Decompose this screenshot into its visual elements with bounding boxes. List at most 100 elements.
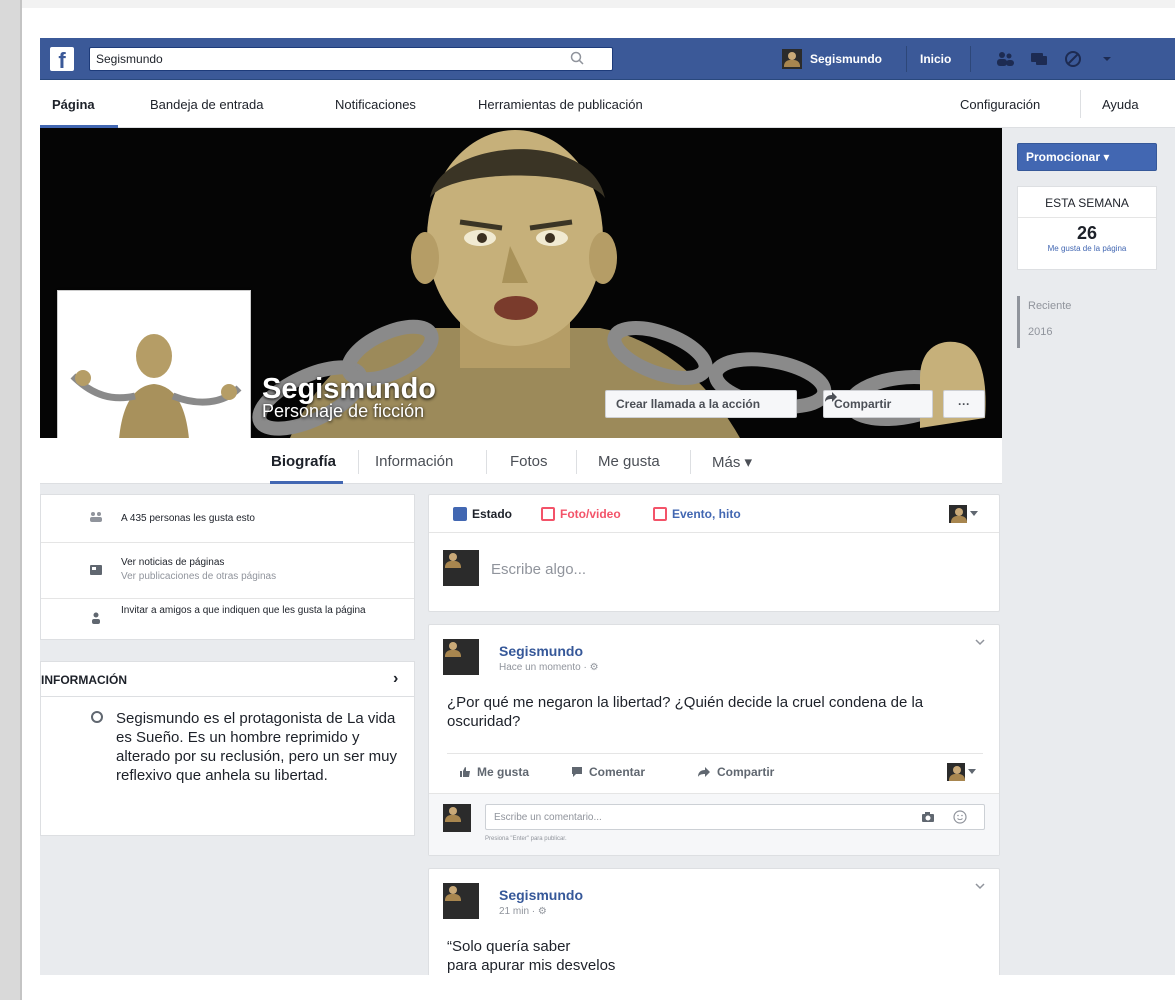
top-bar: f Segismundo Inicio: [40, 38, 1175, 80]
more-options-button[interactable]: ···: [943, 390, 985, 418]
settings-link[interactable]: Configuración: [960, 97, 1040, 112]
post-timestamp[interactable]: Hace un momento · ⚙: [499, 662, 599, 673]
status-icon: [453, 507, 467, 521]
tab-mas[interactable]: Más ▾: [712, 453, 752, 471]
post-author[interactable]: Segismundo: [499, 643, 583, 659]
facebook-logo[interactable]: f: [50, 47, 74, 73]
nav-icons: [995, 49, 1117, 69]
page-feed-title: Ver noticias de páginas: [121, 557, 225, 568]
home-link[interactable]: Inicio: [920, 52, 951, 66]
tab-me-gusta[interactable]: Me gusta: [598, 453, 660, 470]
search-icon[interactable]: [570, 51, 584, 65]
share-arrow-icon: [825, 392, 837, 402]
post-body-line: para apurar mis desvelos: [447, 957, 616, 974]
post-body: ¿Por qué me negaron la libertad? ¿Quién …: [447, 694, 924, 730]
timeline-tabs: Biografía Información Fotos Me gusta Más…: [40, 438, 1002, 484]
chevron-down-icon[interactable]: [975, 881, 985, 891]
page-feed-row[interactable]: Ver noticias de páginas Ver publicaciones…: [41, 543, 414, 599]
help-link[interactable]: Ayuda: [1102, 97, 1139, 112]
invite-friends-row[interactable]: Invitar a amigos a que indiquen que les …: [41, 599, 414, 639]
page-stats-box: A 435 personas les gusta esto Ver notici…: [40, 494, 415, 640]
like-button[interactable]: Me gusta: [459, 765, 529, 779]
account-menu-icon[interactable]: [1097, 49, 1117, 69]
nav-divider: [970, 46, 971, 72]
tab-divider: [576, 450, 577, 474]
tab-fotos[interactable]: Fotos: [510, 453, 548, 470]
composer-tab-label: Estado: [472, 507, 513, 521]
notifications-icon[interactable]: [1063, 49, 1083, 69]
frame-top: [0, 0, 1175, 8]
info-bullet-icon: [91, 711, 103, 723]
post-actions: Me gusta Comentar Compartir: [447, 753, 983, 789]
nav-divider: [906, 46, 907, 72]
messages-icon[interactable]: [1029, 49, 1049, 69]
post-body-line: “Solo quería saber: [447, 938, 571, 955]
tab-divider: [358, 450, 359, 474]
composer-tab-event[interactable]: Evento, hito: [653, 507, 741, 521]
tab-notifications[interactable]: Notificaciones: [335, 97, 416, 112]
like-label: Me gusta: [477, 765, 530, 779]
comment-button[interactable]: Comentar: [571, 765, 645, 779]
comment-icon: [572, 767, 582, 777]
post-timestamp[interactable]: 21 min · ⚙: [499, 906, 547, 917]
share-button-label: Compartir: [834, 397, 892, 411]
tab-inbox[interactable]: Bandeja de entrada: [150, 97, 263, 112]
news-feed-icon: [90, 565, 102, 575]
likes-row[interactable]: A 435 personas les gusta esto: [41, 495, 414, 543]
post-composer: Estado Foto/video Evento, hito Escribe a…: [428, 494, 1000, 612]
year-link-recent[interactable]: Reciente: [1020, 296, 1157, 322]
chevron-right-icon: ›: [393, 670, 399, 687]
page-admin-bar: Página Bandeja de entrada Notificaciones…: [40, 80, 1175, 128]
tab-pagina[interactable]: Página: [52, 97, 95, 112]
thumbs-up-icon: [460, 767, 470, 777]
invite-friends-text: Invitar a amigos a que indiquen que les …: [121, 605, 366, 616]
composer-tab-photo[interactable]: Foto/video: [541, 507, 621, 521]
weekly-likes-label[interactable]: Me gusta de la página: [1018, 244, 1156, 253]
avatar[interactable]: [443, 639, 479, 675]
emoji-icon[interactable]: [953, 810, 967, 824]
composer-tab-status[interactable]: Estado: [453, 507, 512, 521]
composer-input[interactable]: Escribe algo...: [491, 561, 586, 578]
nav-divider: [1080, 90, 1081, 118]
post-as-selector[interactable]: [949, 505, 978, 523]
info-section-body: Segismundo es el protagonista de La vida…: [40, 696, 415, 836]
page-feed-text: Ver noticias de páginas Ver publicaciones…: [121, 557, 276, 582]
friend-requests-icon[interactable]: [995, 49, 1015, 69]
tab-informacion[interactable]: Información: [375, 453, 453, 470]
share-button[interactable]: Compartir: [823, 390, 933, 418]
avatar: [782, 49, 802, 69]
page-description: Segismundo es el protagonista de La vida…: [116, 710, 397, 784]
create-cta-button[interactable]: Crear llamada a la acción: [605, 390, 797, 418]
post-card: Segismundo 21 min · ⚙ “Solo quería saber…: [428, 868, 1000, 975]
composer-tabs: Estado Foto/video Evento, hito: [429, 495, 999, 533]
chevron-down-icon[interactable]: [975, 637, 985, 647]
tab-publishing-tools[interactable]: Herramientas de publicación: [478, 97, 643, 112]
chevron-down-icon: [968, 769, 976, 774]
comment-input[interactable]: Escribe un comentario...: [485, 804, 985, 830]
weekly-likes-count: 26: [1076, 223, 1098, 243]
comment-area: Escribe un comentario... Presiona "Enter…: [429, 793, 999, 855]
post-as-selector[interactable]: [947, 763, 976, 781]
likes-count-text: A 435 personas les gusta esto: [121, 513, 255, 524]
share-label: Compartir: [717, 765, 775, 779]
tab-biografia[interactable]: Biografía: [271, 453, 336, 470]
this-week-title: ESTA SEMANA: [1018, 196, 1156, 218]
avatar[interactable]: [443, 883, 479, 919]
comment-hint: Presiona "Enter" para publicar.: [485, 836, 567, 842]
avatar: [443, 804, 471, 832]
share-post-button[interactable]: Compartir: [697, 765, 774, 779]
search-input[interactable]: [90, 48, 570, 70]
composer-tab-label: Foto/video: [560, 507, 621, 521]
people-icon: [90, 512, 102, 522]
nav-profile-link[interactable]: Segismundo: [782, 48, 882, 70]
share-arrow-icon: [698, 767, 710, 777]
camera-icon[interactable]: [921, 811, 935, 823]
facebook-page: f Segismundo Inicio Página Bandeja de en…: [40, 38, 1175, 975]
tab-divider: [690, 450, 691, 474]
year-link-2016[interactable]: 2016: [1020, 322, 1157, 348]
info-section-header[interactable]: INFORMACIÓN ›: [40, 661, 415, 697]
promote-button[interactable]: Promocionar ▾: [1017, 143, 1157, 171]
search-box[interactable]: [89, 47, 613, 71]
calendar-icon: [653, 507, 667, 521]
post-author[interactable]: Segismundo: [499, 887, 583, 903]
